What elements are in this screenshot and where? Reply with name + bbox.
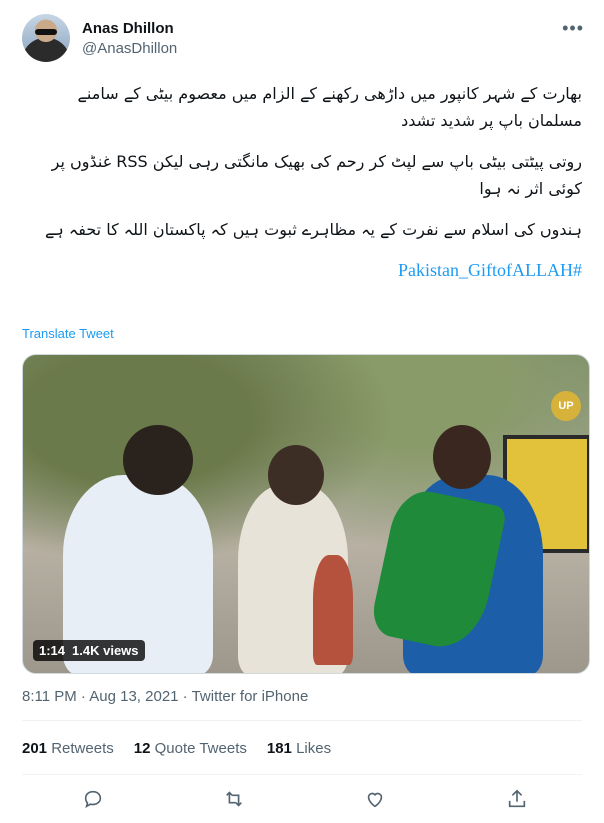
video-views: 1.4K views: [72, 643, 139, 658]
divider: [22, 720, 582, 721]
video-player[interactable]: UP 1:14 1.4K views: [22, 354, 590, 674]
meta-separator: ·: [76, 688, 90, 705]
retweets-count: 201: [22, 740, 48, 757]
action-bar: [22, 788, 582, 814]
tweet-source[interactable]: Twitter for iPhone: [192, 688, 309, 705]
video-badge: 1:14 1.4K views: [33, 640, 145, 661]
author-handle[interactable]: @AnasDhillon: [82, 40, 177, 57]
retweet-icon[interactable]: [222, 788, 248, 814]
tweet-meta: 8:11 PM · Aug 13, 2021 · Twitter for iPh…: [22, 688, 308, 705]
tweet-header: Anas Dhillon @AnasDhillon •••: [22, 14, 590, 66]
avatar[interactable]: [22, 14, 70, 62]
tweet-date[interactable]: Aug 13, 2021: [89, 688, 178, 705]
share-icon[interactable]: [506, 788, 532, 814]
quote-tweets-stat[interactable]: 12 Quote Tweets: [134, 740, 247, 757]
likes-count: 181: [266, 740, 292, 757]
like-icon[interactable]: [364, 788, 390, 814]
tweet-text: بھارت کے شہر کانپور میں داڑھی رکھنے کے ا…: [22, 80, 582, 284]
hashtag-link[interactable]: Pakistan_GiftofALLAH#: [22, 257, 582, 284]
video-duration: 1:14: [39, 643, 66, 658]
meta-separator: ·: [178, 688, 192, 705]
retweets-stat[interactable]: 201 Retweets: [22, 740, 114, 757]
quote-tweets-count: 12: [133, 740, 151, 757]
tweet-paragraph-3: ہندوں کی اسلام سے نفرت کے یہ مظاہرے ثبوت…: [45, 220, 582, 239]
likes-stat[interactable]: 181 Likes: [267, 740, 331, 757]
likes-label: Likes: [296, 740, 332, 757]
retweets-label: Retweets: [51, 740, 114, 757]
quote-tweets-label: Quote Tweets: [154, 740, 247, 757]
reply-icon[interactable]: [82, 788, 108, 814]
channel-logo: UP: [551, 391, 581, 421]
tweet-stats: 201 Retweets 12 Quote Tweets 181 Likes: [22, 740, 331, 757]
video-figure: [433, 425, 491, 489]
divider: [22, 774, 582, 775]
video-figure: [123, 425, 193, 495]
author-name[interactable]: Anas Dhillon: [82, 20, 174, 37]
video-figure: [268, 445, 324, 505]
more-icon[interactable]: •••: [562, 18, 584, 39]
tweet-time[interactable]: 8:11 PM: [22, 688, 77, 705]
video-figure: [313, 555, 353, 665]
tweet-paragraph-2: روتی پیٹتی بیٹی باپ سے لپٹ کر رحم کی بھی…: [51, 152, 582, 198]
translate-tweet-link[interactable]: Translate Tweet: [22, 326, 114, 341]
tweet-paragraph-1: بھارت کے شہر کانپور میں داڑھی رکھنے کے ا…: [77, 84, 582, 130]
